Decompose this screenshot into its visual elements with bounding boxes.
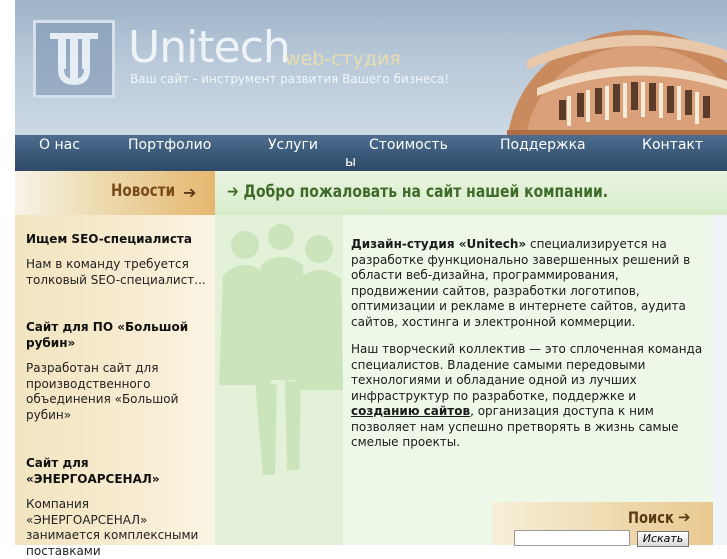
arrow-left-icon: ➔ <box>183 183 197 202</box>
intro-paragraph-2: Наш творческий коллектив — это сплоченна… <box>351 342 703 451</box>
website-creation-link[interactable]: созданию сайтов <box>351 404 470 418</box>
main-nav: О нас Портфолио Услуги Стоимость Поддерж… <box>15 135 727 171</box>
search-input[interactable] <box>514 530 630 546</box>
nav-item-services[interactable]: Услуги <box>268 137 318 153</box>
page-title-text: Добро пожаловать на сайт нашей компании. <box>243 182 609 202</box>
nav-item-contacts[interactable]: Контакт <box>642 137 703 153</box>
slogan: Ваш сайт - инструмент развития Вашего би… <box>130 72 450 86</box>
intro-text: Дизайн-студия «Unitech» специализируется… <box>351 237 703 463</box>
building-image <box>507 30 727 135</box>
logo-u-icon <box>50 33 98 85</box>
brand-name: Unitech <box>128 22 291 73</box>
news-item-text: Компания «ЭНЕРГОАРСЕНАЛ» занимается комп… <box>26 497 199 558</box>
nav-item-about[interactable]: О нас <box>39 137 80 153</box>
search-panel: Поиск ➔ Искать <box>492 502 713 547</box>
arrow-right-icon: ➔ <box>227 182 239 202</box>
nav-item-pricing[interactable]: Стоимость <box>369 137 448 153</box>
news-item-title[interactable]: Ищем SEO-специалиста <box>26 231 211 247</box>
arrow-left-icon: ➔ <box>678 508 691 526</box>
brand-subtitle: web-студия <box>285 48 401 70</box>
logo[interactable] <box>33 20 115 98</box>
nav-item-portfolio[interactable]: Портфолио <box>128 137 211 153</box>
header: Unitech web-студия Ваш сайт - инструмент… <box>15 0 727 135</box>
news-title: Новости <box>111 181 176 201</box>
news-item-title[interactable]: Сайт для «ЭНЕРГОАРСЕНАЛ» <box>26 455 211 487</box>
search-title: Поиск <box>628 508 674 527</box>
team-photo <box>215 215 343 545</box>
nav-item-support[interactable]: Поддержка <box>500 137 586 153</box>
right-margin <box>713 215 727 545</box>
main-content: Дизайн-студия «Unitech» специализируется… <box>215 215 713 545</box>
intro-paragraph-1: Дизайн-студия «Unitech» специализируется… <box>351 237 703 330</box>
page-title: ➔ Добро пожаловать на сайт нашей компани… <box>227 182 608 202</box>
news-item: Сайт для «ЭНЕРГОАРСЕНАЛ» Компания «ЭНЕРГ… <box>26 455 211 559</box>
news-column: Новости ➔ Ищем SEO-специалиста Нам в ком… <box>15 171 215 558</box>
main-header: ➔ Добро пожаловать на сайт нашей компани… <box>215 171 727 215</box>
news-item-text: Разработан сайт для производственного об… <box>26 361 179 422</box>
news-item-title[interactable]: Сайт для ПО «Большой рубин» <box>26 319 211 351</box>
news-item: Сайт для ПО «Большой рубин» Разработан с… <box>26 319 211 423</box>
news-header: Новости ➔ <box>15 171 215 215</box>
intro-paragraph-2-text: Наш творческий коллектив — это сплоченна… <box>351 342 703 403</box>
news-item: Ищем SEO-специалиста Нам в команду требу… <box>26 231 211 288</box>
studio-name: Дизайн-студия «Unitech» <box>351 237 527 251</box>
nav-item-overflow[interactable]: ы <box>345 154 356 170</box>
news-item-text: Нам в команду требуется толковый SEO-спе… <box>26 257 206 287</box>
